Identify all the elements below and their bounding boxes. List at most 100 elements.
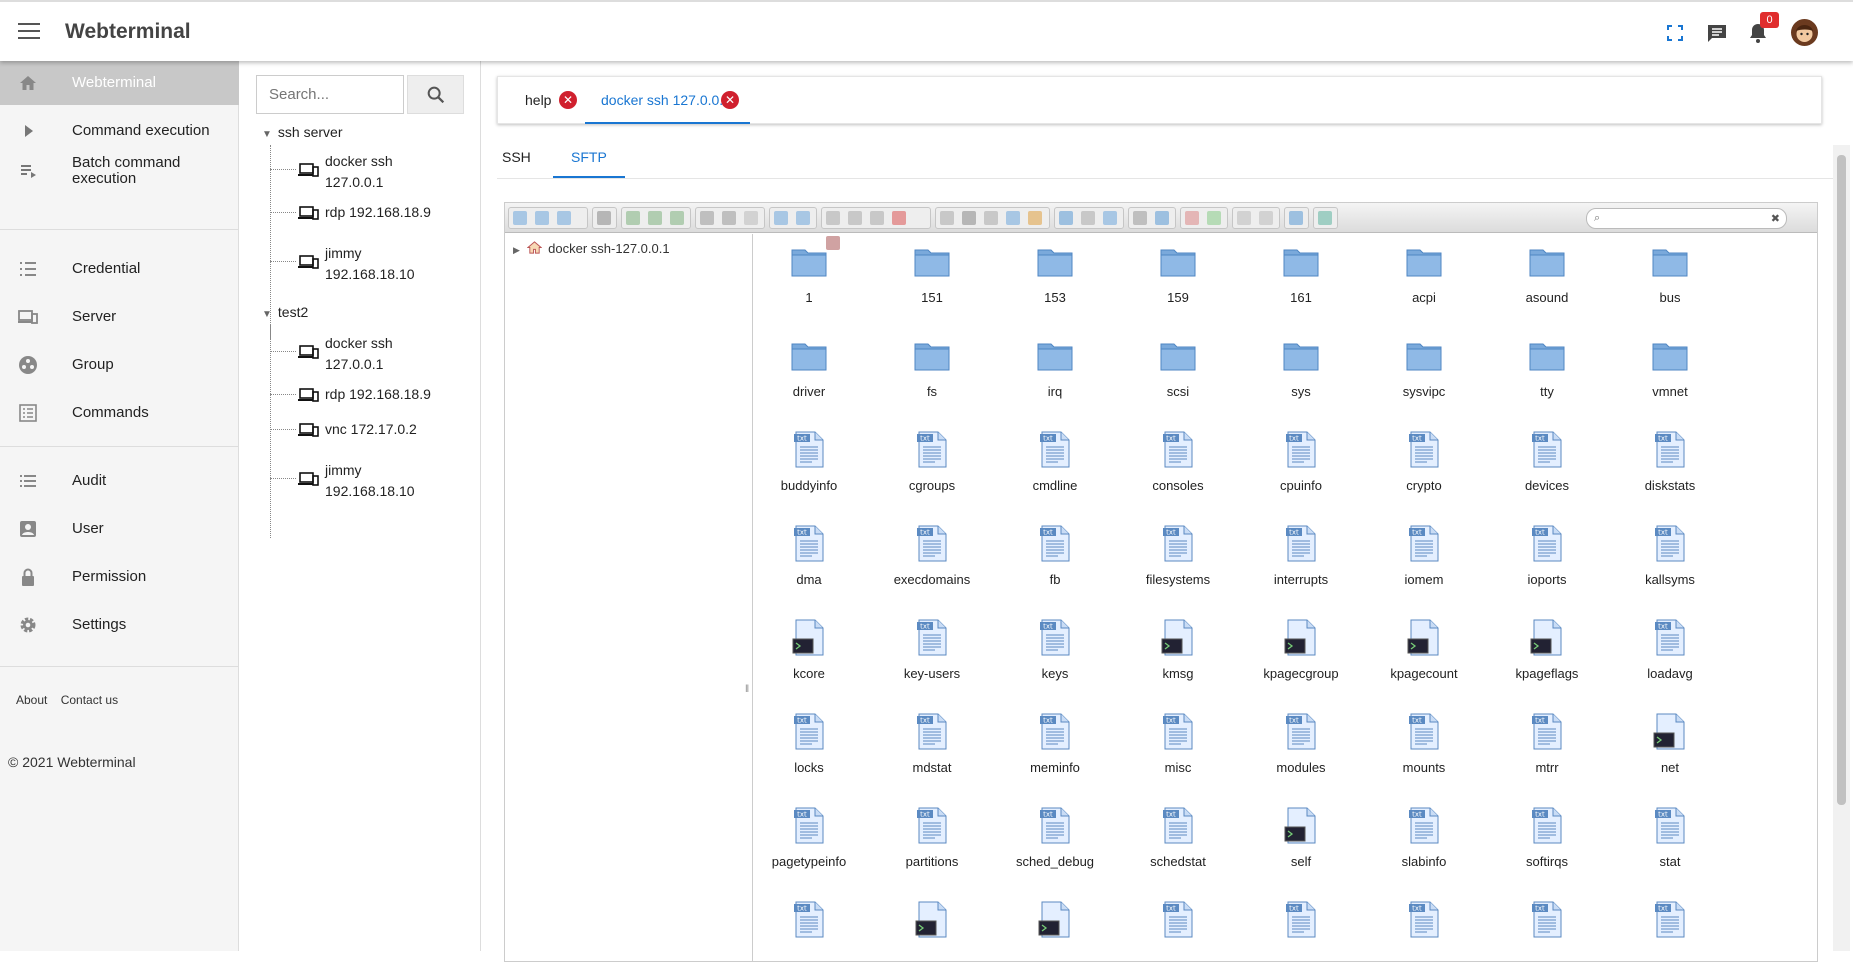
tree-search-input[interactable] — [256, 75, 404, 114]
nav-item-permission[interactable]: Permission — [0, 555, 239, 599]
forward-icon[interactable] — [535, 211, 549, 225]
nav-item-batch-command-execution[interactable]: Batch command execution — [0, 149, 239, 193]
close-icon[interactable]: ✕ — [721, 91, 739, 109]
tab-docker-ssh[interactable]: docker ssh 127.0.0.1 ✕ — [585, 77, 750, 124]
file-item[interactable]: txt interrupts — [1249, 516, 1349, 604]
netmount-icon[interactable] — [597, 211, 611, 225]
undo-icon[interactable] — [774, 211, 788, 225]
tab-ssh[interactable]: SSH — [502, 149, 531, 165]
file-item[interactable]: txt mounts — [1372, 704, 1472, 792]
file-item[interactable]: kcore — [757, 610, 857, 698]
close-icon[interactable]: ✕ — [559, 91, 577, 109]
tree-item-vnc[interactable]: vnc 172.17.0.2 — [270, 419, 470, 449]
info-icon[interactable] — [1155, 211, 1169, 225]
extract-icon[interactable] — [1028, 211, 1042, 225]
cut-icon[interactable] — [848, 211, 862, 225]
file-item[interactable]: txt consoles — [1126, 422, 1226, 510]
nav-item-group[interactable]: Group — [0, 343, 239, 387]
file-item[interactable]: txt ioports — [1495, 516, 1595, 604]
file-item[interactable]: txt meminfo — [1003, 704, 1103, 792]
file-item[interactable]: txt modules — [1249, 704, 1349, 792]
file-item[interactable]: txt sched_debug — [1003, 798, 1103, 886]
clear-icon[interactable]: ✖ — [1771, 212, 1780, 225]
file-item[interactable]: txt mtrr — [1495, 704, 1595, 792]
copy-icon[interactable] — [826, 211, 840, 225]
file-item[interactable]: txt partitions — [880, 798, 980, 886]
menu-icon[interactable] — [18, 23, 40, 41]
tree-item-jimmy[interactable]: jimmy 192.168.18.10 — [270, 243, 470, 287]
select-invert-icon[interactable] — [1207, 211, 1221, 225]
file-item[interactable]: txt iomem — [1372, 516, 1472, 604]
file-item[interactable]: kmsg — [1126, 610, 1226, 698]
file-item[interactable]: txt stat — [1618, 798, 1718, 886]
file-item[interactable]: txt kallsyms — [1618, 516, 1718, 604]
file-item[interactable]: kpagecount — [1372, 610, 1472, 698]
file-item[interactable]: txt locks — [757, 704, 857, 792]
file-item[interactable]: kpagecgroup — [1249, 610, 1349, 698]
folder-item[interactable]: 153 — [1003, 234, 1103, 322]
folder-item[interactable]: scsi — [1126, 328, 1226, 416]
tree-group-ssh-server[interactable]: ▼ ssh server — [262, 124, 342, 140]
nav-item-user[interactable]: User — [0, 507, 239, 551]
file-item[interactable]: txt execdomains — [880, 516, 980, 604]
file-item[interactable]: net — [1618, 704, 1718, 792]
help-icon[interactable] — [1289, 211, 1303, 225]
preview-icon[interactable] — [1133, 211, 1147, 225]
nav-item-settings[interactable]: Settings — [0, 603, 239, 647]
places-icon[interactable] — [1237, 211, 1251, 225]
folder-item[interactable]: tty — [1495, 328, 1595, 416]
folder-item[interactable]: asound — [1495, 234, 1595, 322]
contact-link[interactable]: Contact us — [61, 693, 118, 707]
save-icon[interactable] — [722, 211, 736, 225]
file-item[interactable]: txt misc — [1126, 704, 1226, 792]
file-item[interactable]: txt mdstat — [880, 704, 980, 792]
folder-item[interactable]: 159 — [1126, 234, 1226, 322]
tab-sftp[interactable]: SFTP — [571, 149, 607, 165]
file-item[interactable]: txt slabinfo — [1372, 798, 1472, 886]
folder-item[interactable]: 151 — [880, 234, 980, 322]
getfile-icon[interactable] — [700, 211, 714, 225]
folder-item[interactable]: sys — [1249, 328, 1349, 416]
sort-icon[interactable] — [1103, 211, 1117, 225]
delete-icon[interactable] — [892, 211, 906, 225]
grid-view-icon[interactable] — [1059, 211, 1073, 225]
file-search-input[interactable]: ⌕ ✖ — [1586, 208, 1787, 229]
file-item[interactable]: txt dma — [757, 516, 857, 604]
splitter-handle[interactable]: ‖ — [745, 684, 749, 695]
file-item[interactable]: txt devices — [1495, 422, 1595, 510]
upload-icon[interactable] — [648, 211, 662, 225]
file-item[interactable]: txt key-users — [880, 610, 980, 698]
page-scrollbar[interactable] — [1833, 145, 1850, 951]
file-item[interactable]: txt pagetypeinfo — [757, 798, 857, 886]
nav-item-audit[interactable]: Audit — [0, 459, 239, 503]
file-item[interactable]: self — [1249, 798, 1349, 886]
file-item[interactable]: txt fb — [1003, 516, 1103, 604]
file-item[interactable]: txt filesystems — [1126, 516, 1226, 604]
back-icon[interactable] — [513, 211, 527, 225]
duplicate-icon[interactable] — [940, 211, 954, 225]
tree-item-rdp[interactable]: rdp 192.168.18.9 — [270, 384, 470, 414]
file-item[interactable]: txt softirqs — [1495, 798, 1595, 886]
tree-item-jimmy[interactable]: jimmy 192.168.18.10 — [270, 460, 470, 504]
file-item[interactable]: txt crypto — [1372, 422, 1472, 510]
folder-item[interactable]: bus — [1618, 234, 1718, 322]
search-button[interactable] — [407, 75, 464, 114]
folder-item[interactable]: 161 — [1249, 234, 1349, 322]
tree-root-item[interactable]: ▶ docker ssh-127.0.0.1 — [513, 240, 670, 256]
tree-item-docker-ssh[interactable]: docker ssh 127.0.0.1 — [270, 333, 470, 377]
file-item[interactable]: txt keys — [1003, 610, 1103, 698]
resize-icon[interactable] — [1006, 211, 1020, 225]
nav-item-commands[interactable]: Commands — [0, 391, 239, 435]
edit-icon[interactable] — [984, 211, 998, 225]
up-icon[interactable] — [557, 211, 571, 225]
file-item[interactable]: txt cpuinfo — [1249, 422, 1349, 510]
tab-help[interactable]: help ✕ — [498, 77, 596, 124]
folder-item[interactable]: driver — [757, 328, 857, 416]
nav-item-credential[interactable]: Credential — [0, 247, 239, 291]
fullscreen-icon[interactable] — [1663, 21, 1687, 45]
chat-icon[interactable] — [1705, 21, 1729, 45]
avatar[interactable] — [1791, 19, 1818, 46]
folder-item[interactable]: fs — [880, 328, 980, 416]
file-item[interactable]: txt schedstat — [1126, 798, 1226, 886]
list-view-icon[interactable] — [1081, 211, 1095, 225]
